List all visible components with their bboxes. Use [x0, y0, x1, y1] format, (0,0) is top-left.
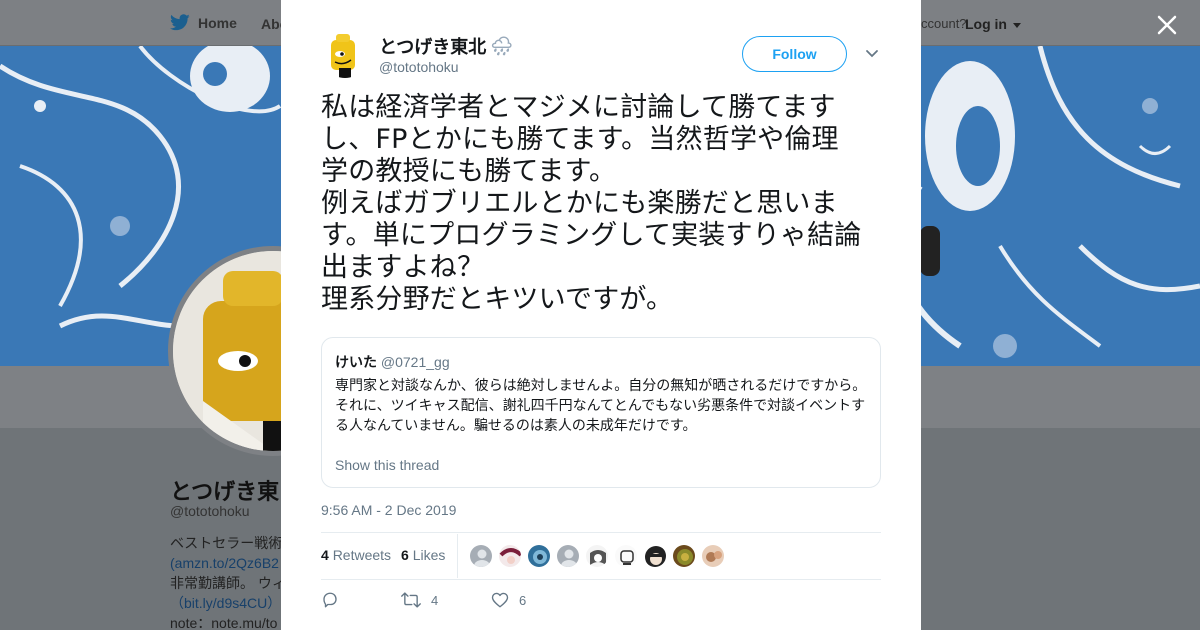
close-icon: [1157, 15, 1177, 35]
retweets-label: Retweets: [332, 547, 392, 563]
twitter-bird-icon: [170, 14, 190, 31]
reply-button[interactable]: [321, 591, 401, 609]
like-button[interactable]: 6: [491, 591, 526, 609]
likes-label: Likes: [412, 547, 446, 563]
chevron-down-icon: [866, 50, 878, 58]
reply-icon: [323, 592, 337, 608]
retweet-button[interactable]: 4: [401, 591, 491, 609]
quoted-tweet[interactable]: けいた @0721_gg 専門家と対談なんか、彼らは絶対しませんよ。自分の無知が…: [321, 337, 881, 488]
login-label: Log in: [965, 16, 1007, 32]
liker-avatar[interactable]: [556, 544, 580, 568]
rain-cloud-emoji: 🌧: [490, 35, 514, 56]
like-action-count: 6: [519, 592, 527, 608]
author-avatar[interactable]: [321, 30, 369, 78]
tweet-modal: とつげき東北 🌧 @tototohoku Follow 私は経済学者とマジメに討…: [281, 0, 921, 630]
retweet-action-count: 4: [431, 592, 439, 608]
profile-bio: ベストセラー戦術 (amzn.to/2Qz6B2 非常勤講師。 ウィ （bit.…: [170, 533, 282, 630]
lego-avatar-icon: [321, 30, 369, 78]
nav-home[interactable]: Home: [170, 14, 237, 31]
author-name-text: とつげき東北: [379, 37, 487, 57]
liker-avatar[interactable]: [614, 544, 638, 568]
liker-avatar[interactable]: [701, 544, 725, 568]
quoted-text: 専門家と対談なんか、彼らは絶対しませんよ。自分の無知が晒されるだけですから。それ…: [335, 378, 867, 434]
retweet-icon: [401, 592, 421, 608]
author-name[interactable]: とつげき東北 🌧: [379, 33, 513, 59]
bio-line: 非常勤講師。 ウィ: [170, 575, 282, 591]
divider: [321, 579, 881, 580]
tweet-text: 私は経済学者とマジメに討論して勝てます し、FPとかにも勝てます。当然哲学や倫理…: [321, 92, 862, 315]
quoted-author-name: けいた: [335, 354, 377, 370]
retweets-stat[interactable]: 4 Retweets: [321, 547, 391, 563]
liker-avatar[interactable]: [672, 544, 696, 568]
caret-down-icon: [1012, 22, 1021, 28]
likes-stat[interactable]: 6 Likes: [401, 547, 445, 563]
author-handle[interactable]: @tototohoku: [379, 59, 459, 75]
bio-link[interactable]: (amzn.to/2Qz6B2: [170, 553, 282, 573]
liker-avatars: [469, 544, 725, 568]
retweets-count: 4: [321, 547, 329, 563]
liker-avatar[interactable]: [498, 544, 522, 568]
login-link[interactable]: Log in: [965, 16, 1021, 32]
tweet-timestamp[interactable]: 9:56 AM - 2 Dec 2019: [321, 502, 456, 518]
profile-handle: @tototohoku: [170, 503, 250, 519]
heart-icon: [491, 592, 509, 608]
liker-avatar[interactable]: [527, 544, 551, 568]
bio-line: ベストセラー戦術: [170, 535, 282, 551]
liker-avatar[interactable]: [469, 544, 493, 568]
quoted-header: けいた @0721_gg: [335, 352, 867, 372]
follow-button[interactable]: Follow: [742, 36, 847, 72]
tweet-stats: 4 Retweets 6 Likes: [321, 547, 445, 563]
bio-line[interactable]: note：note.mu/to: [170, 613, 282, 630]
likes-count: 6: [401, 547, 409, 563]
stats-separator: [457, 534, 458, 578]
show-thread-link[interactable]: Show this thread: [335, 457, 439, 473]
tweet-actions: 4 6: [321, 591, 526, 609]
divider: [321, 532, 881, 533]
liker-avatar[interactable]: [643, 544, 667, 568]
bio-link[interactable]: （bit.ly/d9s4CU）: [170, 593, 282, 613]
have-account-text: ccount?: [921, 16, 967, 31]
close-modal-button[interactable]: [1154, 12, 1180, 38]
profile-name: とつげき東: [170, 479, 280, 504]
quoted-author-handle: @0721_gg: [380, 354, 450, 370]
nav-home-label: Home: [198, 14, 237, 31]
liker-avatar[interactable]: [585, 544, 609, 568]
more-options-button[interactable]: [865, 47, 879, 61]
